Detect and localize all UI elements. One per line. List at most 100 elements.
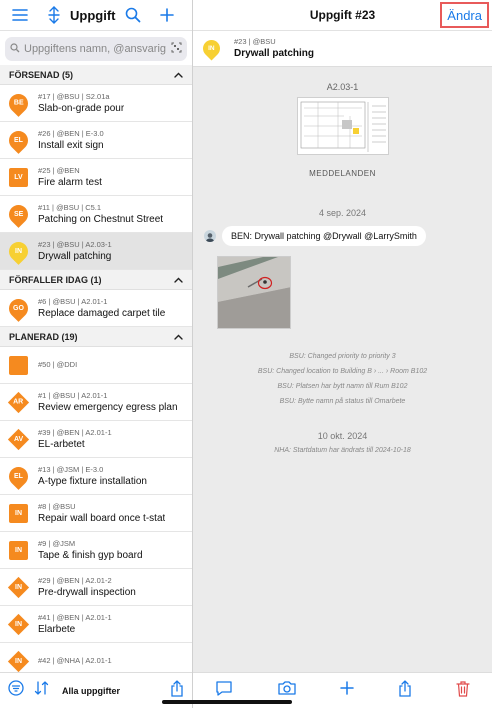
section-header[interactable]: FÖRSENAD (5) [0, 65, 192, 85]
comment-icon[interactable] [215, 680, 233, 702]
task-list-toolbar: Uppgift [0, 0, 192, 31]
log-entry: BSU: Changed priority to priority 3 [289, 353, 396, 360]
status-badge-label: IN [15, 620, 22, 628]
task-meta: #39 | @BEN | A2.01-1 [38, 427, 112, 437]
qr-scan-icon[interactable] [171, 42, 182, 56]
task-meta: #23 | @BSU [234, 37, 276, 46]
list-title: Uppgift [70, 7, 116, 23]
camera-icon[interactable] [277, 680, 297, 701]
task-name: Elarbete [38, 623, 76, 635]
status-badge [9, 355, 28, 375]
status-badge-label: AR [13, 398, 24, 406]
photo-attachment[interactable] [217, 256, 291, 329]
share-icon[interactable] [398, 679, 412, 702]
status-badge-label: IN [15, 583, 22, 591]
sheet-thumbnail[interactable] [296, 97, 389, 155]
log-entry: BSU: Bytte namn på status till Omarbete [279, 398, 406, 405]
status-badge: LV [9, 167, 28, 187]
task-list-item[interactable]: IN #23 | @BSU | A2.03-1 Drywall patching [0, 233, 192, 270]
status-badge: IN [7, 613, 30, 635]
task-name: Pre-drywall inspection [38, 586, 136, 598]
chevron-up-icon[interactable] [174, 72, 183, 78]
task-name: A-type fixture installation [38, 475, 147, 487]
add-icon[interactable] [155, 3, 179, 27]
log-entry: BSU: Platsen har bytt namn till Rum B102 [277, 383, 408, 390]
status-badge: AR [7, 391, 30, 413]
status-badge: BE [5, 89, 32, 117]
menu-icon[interactable] [8, 3, 32, 27]
task-list: FÖRSENAD (5) BE #17 | @BSU | S2.01a Slab-on… [0, 65, 192, 680]
section-label: FÖRFALLER IDAG (1) [9, 274, 102, 285]
add-icon[interactable] [340, 681, 355, 700]
task-list-item[interactable]: IN #41 | @BEN | A2.01-1 Elarbete [0, 606, 192, 643]
task-list-item[interactable]: GO #6 | @BSU | A2.01-1 Replace damaged car… [0, 290, 192, 327]
task-meta: #13 | @JSM | E-3.0 [38, 464, 104, 474]
status-badge: IN [7, 576, 30, 598]
task-list-item[interactable]: IN #29 | @BEN | A2.01-2 Pre-drywall inspec… [0, 569, 192, 606]
task-list-item[interactable]: EL #26 | @BEN | E-3.0 Install exit sign [0, 122, 192, 159]
filter-label[interactable]: Alla uppgifter [62, 686, 170, 696]
section-header[interactable]: FÖRFALLER IDAG (1) [0, 270, 192, 290]
search-icon[interactable] [121, 3, 145, 27]
avatar [204, 230, 216, 242]
task-meta: #25 | @BEN [38, 165, 80, 175]
task-list-item[interactable]: BE #17 | @BSU | S2.01a Slab-on-grade pour [0, 85, 192, 122]
status-badge-label: BE [13, 99, 24, 107]
task-list-item[interactable]: AV #39 | @BEN | A2.01-1 EL-arbetet [0, 421, 192, 458]
status-badge-label: IN [208, 45, 215, 52]
sort-order-icon[interactable] [34, 680, 50, 701]
status-badge-label: EL [14, 472, 23, 480]
section-label: PLANERAD (19) [9, 331, 78, 342]
messages-header: MEDDELANDEN [309, 169, 376, 178]
task-name: Repair wall board once t-stat [38, 512, 166, 524]
search-input[interactable]: Uppgiftens namn, @ansvarig, #t... [5, 37, 187, 61]
task-list-item[interactable]: IN #8 | @BSU Repair wall board once t-stat [0, 495, 192, 532]
message-date: 4 sep. 2024 [318, 208, 367, 218]
share-icon[interactable] [170, 679, 184, 702]
task-list-item[interactable]: IN #9 | @JSM Tape & finish gyp board [0, 532, 192, 569]
search-placeholder: Uppgiftens namn, @ansvarig, #t... [24, 43, 167, 55]
task-name: Review emergency egress plan [38, 401, 178, 413]
status-badge-label: LV [14, 173, 23, 181]
message-bubble[interactable]: BEN: Drywall patching @Drywall @LarrySmi… [222, 226, 426, 246]
task-meta: #50 | @DDI [38, 360, 78, 369]
task-name: Install exit sign [38, 139, 104, 151]
task-meta: #29 | @BEN | A2.01-2 [38, 575, 112, 585]
task-list-item[interactable]: LV #25 | @BEN Fire alarm test [0, 159, 192, 196]
task-meta: #6 | @BSU | A2.01-1 [38, 296, 108, 306]
status-badge-label: IN [15, 546, 22, 554]
detail-header: Uppgift #23 Ändra [193, 0, 492, 31]
task-list-item[interactable]: AR #1 | @BSU | A2.01-1 Review emergency eg… [0, 384, 192, 421]
task-list-item[interactable]: EL #13 | @JSM | E-3.0 A-type fixture insta… [0, 458, 192, 495]
task-name: EL-arbetet [38, 438, 85, 450]
section-header[interactable]: PLANERAD (19) [0, 327, 192, 347]
trash-icon[interactable] [456, 680, 470, 702]
section-label: FÖRSENAD (5) [9, 69, 74, 80]
filter-icon[interactable] [8, 680, 24, 701]
status-badge: EL [5, 462, 32, 490]
task-meta: #26 | @BEN | E-3.0 [38, 128, 104, 138]
task-list-pane: Uppgift Uppgiftens namn, @ansvarig, #t..… [0, 0, 193, 708]
status-badge: IN [5, 237, 32, 265]
status-badge-label: GO [13, 304, 24, 312]
status-badge-label: IN [15, 247, 22, 255]
sort-arrows-icon[interactable] [42, 3, 66, 27]
chevron-up-icon[interactable] [174, 277, 183, 283]
status-badge-label: EL [14, 136, 23, 144]
task-summary[interactable]: IN #23 | @BSU Drywall patching [193, 31, 492, 67]
task-name: Replace damaged carpet tile [38, 307, 166, 319]
task-list-item[interactable]: #50 | @DDI [0, 347, 192, 384]
task-meta: #41 | @BEN | A2.01-1 [38, 612, 112, 622]
task-meta: #11 | @BSU | C5.1 [38, 202, 102, 212]
home-indicator [162, 700, 292, 704]
task-name: Fire alarm test [38, 176, 102, 188]
status-badge-label: IN [15, 657, 22, 665]
task-meta: #8 | @BSU [38, 501, 76, 511]
task-meta: #17 | @BSU | S2.01a [38, 91, 110, 101]
status-badge-label: AV [13, 435, 24, 443]
edit-button[interactable]: Ändra [440, 2, 489, 28]
task-list-item[interactable]: SE #11 | @BSU | C5.1 Patching on Chestnut … [0, 196, 192, 233]
chevron-up-icon[interactable] [174, 334, 183, 340]
task-name: Drywall patching [38, 250, 112, 262]
log-entry: NHA: Startdatum har ändrats till 2024-10… [274, 447, 411, 454]
